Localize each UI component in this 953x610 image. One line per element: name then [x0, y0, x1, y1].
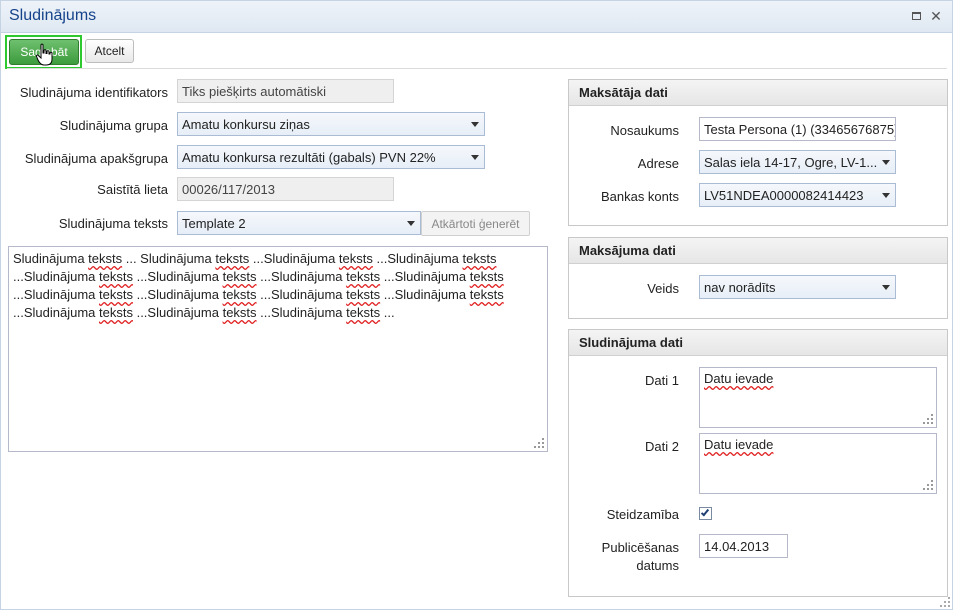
title-bar[interactable]: Sludinājums ✕: [1, 1, 952, 33]
bank-account-value: LV51NDEA0000082414423: [704, 188, 864, 203]
identifier-label: Sludinājuma identifikators: [19, 85, 168, 100]
text-segment: ...Sludinājuma: [256, 269, 347, 284]
misspelled-word: teksts: [215, 251, 250, 266]
pubdate-label-line2: datums: [636, 558, 679, 573]
pubdate-label-line1: Publicēšanas: [601, 540, 679, 555]
regenerate-button[interactable]: Atkārtoti ģenerēt: [421, 211, 530, 236]
text-segment: ...Sludinājuma: [132, 305, 223, 320]
text-segment: ...Sludinājuma: [249, 251, 339, 266]
text-segment: ...Sludinājuma: [132, 269, 223, 284]
subgroup-label: Sludinājuma apakšgrupa: [24, 151, 168, 166]
ad-text-line: ...Sludinājuma teksts ...Sludinājuma tek…: [13, 304, 543, 322]
text-segment: ...Sludinājuma: [256, 305, 347, 320]
subgroup-select[interactable]: Amatu konkursa rezultāti (gabals) PVN 22…: [177, 145, 485, 169]
bank-account-label: Bankas konts: [600, 189, 679, 204]
misspelled-word: teksts: [346, 269, 381, 284]
window-title: Sludinājums: [9, 7, 97, 24]
misspelled-word: teksts: [88, 251, 123, 266]
misspelled-word: teksts: [99, 269, 133, 284]
group-label: Sludinājuma grupa: [59, 118, 168, 133]
text-segment: ...Sludinājuma: [13, 305, 99, 320]
data2-label: Dati 2: [645, 439, 679, 454]
resize-grip-icon[interactable]: [923, 414, 933, 424]
window-resize-grip-icon[interactable]: [940, 597, 950, 607]
urgency-label: Steidzamība: [606, 507, 679, 522]
payer-address-label: Adrese: [637, 156, 679, 171]
payment-type-value: nav norādīts: [704, 280, 776, 295]
misspelled-word: teksts: [99, 287, 133, 302]
urgency-checkbox[interactable]: [699, 507, 712, 520]
text-segment: ...Sludinājuma: [13, 287, 99, 302]
group-select[interactable]: Amatu konkursu ziņas: [177, 112, 485, 136]
misspelled-word: teksts: [346, 305, 381, 320]
check-icon: [700, 507, 710, 517]
maximize-icon[interactable]: [909, 9, 923, 23]
text-template-value: Template 2: [182, 216, 246, 231]
resize-grip-icon[interactable]: [534, 438, 544, 448]
ad-text-line: ...Sludinājuma teksts ...Sludinājuma tek…: [13, 286, 543, 304]
close-icon[interactable]: ✕: [929, 9, 943, 23]
data2-value: Datu ievade: [704, 437, 774, 452]
misspelled-word: teksts: [469, 269, 504, 284]
text-template-label: Sludinājuma teksts: [58, 216, 168, 231]
case-label: Saistītā lieta: [97, 182, 168, 197]
misspelled-word: teksts: [222, 305, 257, 320]
data1-textarea[interactable]: Datu ievade: [699, 367, 937, 428]
misspelled-word: teksts: [346, 287, 381, 302]
payer-address-select[interactable]: Salas iela 14-17, Ogre, LV-1...: [699, 150, 896, 174]
chevron-down-icon[interactable]: [882, 160, 890, 165]
ad-text-line: Sludinājuma teksts ... Sludinājuma tekst…: [13, 250, 543, 268]
bank-account-select[interactable]: LV51NDEA0000082414423: [699, 183, 896, 207]
payment-type-select[interactable]: nav norādīts: [699, 275, 896, 299]
payer-address-value: Salas iela 14-17, Ogre, LV-1...: [704, 155, 878, 170]
payment-type-label: Veids: [647, 281, 679, 296]
ad-text-line: ...Sludinājuma teksts ...Sludinājuma tek…: [13, 268, 543, 286]
text-segment: ...Sludinājuma: [13, 269, 99, 284]
cancel-button[interactable]: Atcelt: [85, 39, 134, 63]
payer-name-field[interactable]: Testa Persona (1) (33465676875): [699, 117, 896, 141]
resize-grip-icon[interactable]: [923, 480, 933, 490]
pubdate-field[interactable]: 14.04.2013: [699, 534, 788, 558]
chevron-down-icon[interactable]: [471, 155, 479, 160]
chevron-down-icon[interactable]: [407, 221, 415, 226]
identifier-field: Tiks piešķirts automātiski: [177, 79, 394, 103]
group-select-value: Amatu konkursu ziņas: [182, 117, 310, 132]
text-segment: ... Sludinājuma: [122, 251, 216, 266]
ad-text-area[interactable]: Sludinājuma teksts ... Sludinājuma tekst…: [8, 246, 548, 452]
data1-label: Dati 1: [645, 373, 679, 388]
payer-name-label: Nosaukums: [610, 123, 679, 138]
subgroup-select-value: Amatu konkursa rezultāti (gabals) PVN 22…: [182, 150, 436, 165]
misspelled-word: teksts: [469, 287, 504, 302]
text-segment: ...Sludinājuma: [380, 269, 470, 284]
text-segment: ...Sludinājuma: [372, 251, 463, 266]
ad-data-panel-title: Sludinājuma dati: [569, 330, 947, 356]
data1-value: Datu ievade: [704, 371, 774, 386]
text-segment: ...Sludinājuma: [380, 287, 470, 302]
misspelled-word: teksts: [222, 269, 257, 284]
data2-textarea[interactable]: Datu ievade: [699, 433, 937, 494]
text-segment: Sludinājuma: [13, 251, 89, 266]
hand-cursor-icon: [35, 43, 53, 66]
misspelled-word: teksts: [99, 305, 133, 320]
chevron-down-icon[interactable]: [471, 122, 479, 127]
text-segment: ...Sludinājuma: [256, 287, 347, 302]
toolbar-divider: [7, 68, 947, 69]
payment-panel-title: Maksājuma dati: [569, 238, 947, 264]
text-segment: ...: [380, 305, 395, 320]
misspelled-word: teksts: [222, 287, 257, 302]
case-field: 00026/117/2013: [177, 177, 394, 201]
chevron-down-icon[interactable]: [882, 193, 890, 198]
misspelled-word: teksts: [462, 251, 497, 266]
dialog-window: Sludinājums ✕ Saglabāt Atcelt Sludinājum…: [0, 0, 953, 610]
chevron-down-icon[interactable]: [882, 285, 890, 290]
text-template-select[interactable]: Template 2: [177, 211, 421, 235]
text-segment: ...Sludinājuma: [132, 287, 223, 302]
payer-panel-title: Maksātāja dati: [569, 80, 947, 106]
misspelled-word: teksts: [338, 251, 373, 266]
